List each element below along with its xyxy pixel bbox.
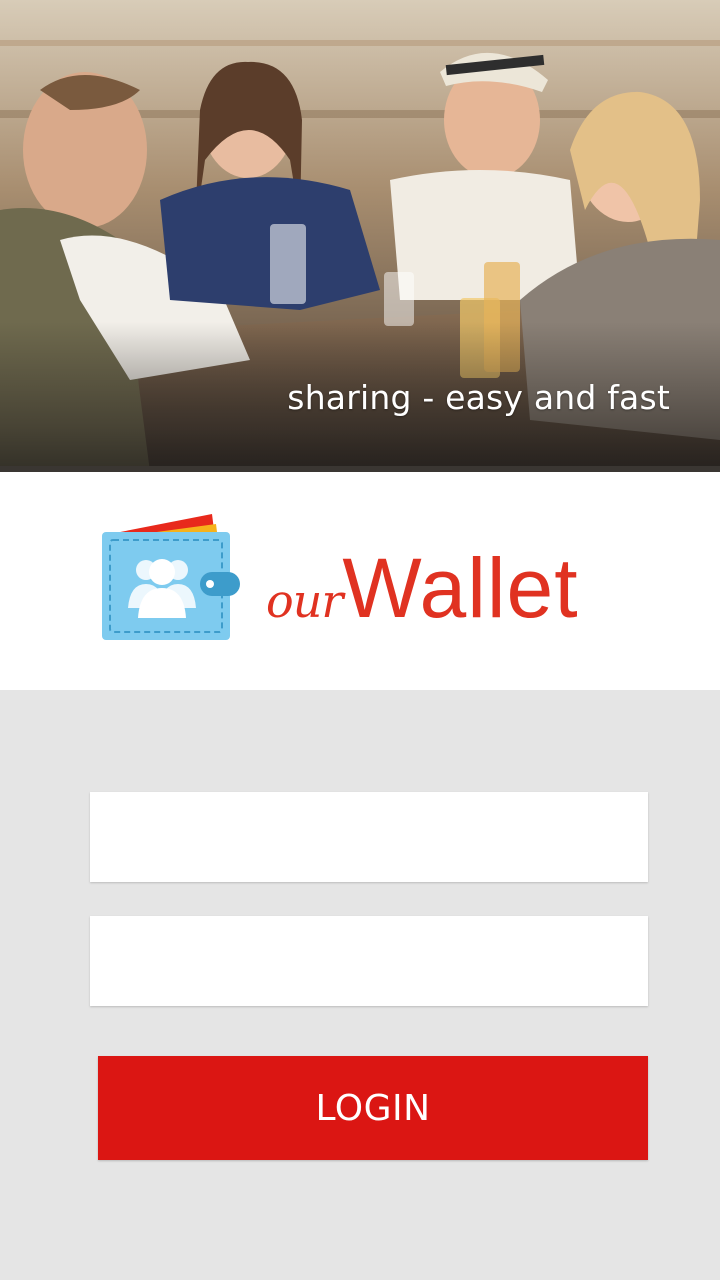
hero-banner: sharing - easy and fast	[0, 0, 720, 472]
wallet-group-icon	[102, 514, 240, 640]
logo-main: Wallet	[342, 541, 579, 635]
password-field[interactable]	[90, 916, 648, 1006]
username-field[interactable]	[90, 792, 648, 882]
logo-prefix: our	[266, 574, 343, 628]
app-logo-text: ourWallet	[266, 540, 579, 637]
login-button[interactable]: LOGIN	[98, 1056, 648, 1160]
hero-tagline: sharing - easy and fast	[287, 378, 670, 417]
brand-header: ourWallet	[0, 472, 720, 690]
